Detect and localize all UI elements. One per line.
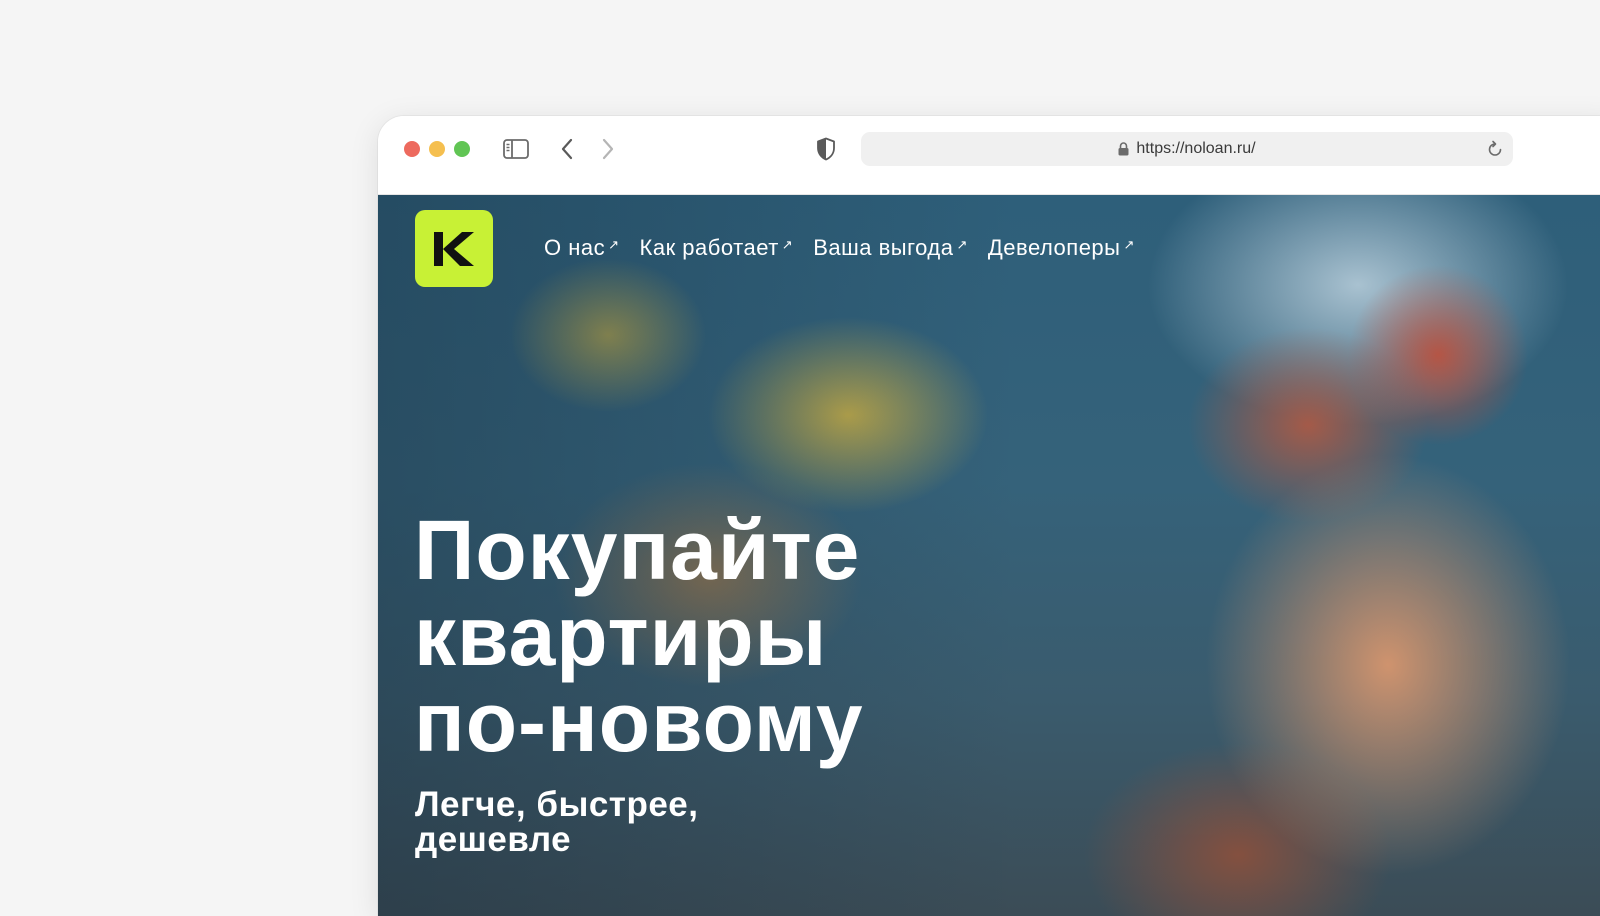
hero-subtitle-line: Легче, быстрее,	[415, 785, 699, 824]
chevron-right-icon[interactable]	[597, 136, 619, 162]
arrow-up-right-icon: ↗	[781, 237, 794, 252]
arrow-up-right-icon: ↗	[956, 237, 968, 252]
logo-k-icon	[434, 231, 474, 266]
nav-item-benefits[interactable]: Ваша выгода ↗	[813, 235, 968, 261]
address-bar[interactable]: https://noloan.ru/	[861, 132, 1513, 166]
url-text: https://noloan.ru/	[1136, 140, 1256, 157]
hero-section: О нас ↗ Как работает ↗ Ваша выгода ↗ Дев…	[378, 195, 1600, 916]
chevron-left-icon[interactable]	[556, 136, 578, 162]
hero-title-line: квартиры	[414, 589, 828, 683]
browser-toolbar: https://noloan.ru/	[378, 116, 1600, 195]
nav-item-how-it-works[interactable]: Как работает ↗	[640, 235, 794, 261]
maximize-window-button[interactable]	[454, 141, 470, 157]
main-nav: О нас ↗ Как работает ↗ Ваша выгода ↗ Дев…	[544, 235, 1135, 261]
browser-window: https://noloan.ru/ О нас ↗ Как работает …	[378, 116, 1600, 916]
nav-item-developers[interactable]: Девелоперы ↗	[988, 235, 1135, 261]
lock-icon	[1118, 142, 1129, 156]
site-logo[interactable]	[415, 210, 493, 287]
close-window-button[interactable]	[404, 141, 420, 157]
hero-title-line: по-новому	[414, 675, 864, 769]
hero-subtitle: Легче, быстрее, дешевле	[415, 787, 698, 857]
minimize-window-button[interactable]	[429, 141, 445, 157]
arrow-up-right-icon: ↗	[1123, 237, 1135, 252]
hero-subtitle-line: дешевле	[415, 820, 572, 859]
shield-icon[interactable]	[815, 136, 837, 162]
sidebar-icon[interactable]	[502, 136, 530, 162]
nav-item-about[interactable]: О нас ↗	[544, 235, 620, 261]
reload-icon[interactable]	[1485, 139, 1505, 159]
hero-title-line: Покупайте	[414, 503, 861, 597]
arrow-up-right-icon: ↗	[608, 237, 620, 252]
hero-title: Покупайте квартиры по-новому	[414, 507, 864, 765]
